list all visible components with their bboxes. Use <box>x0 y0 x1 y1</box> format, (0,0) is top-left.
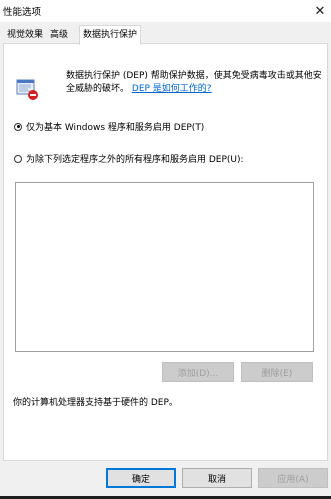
remove-program-button[interactable]: 删除(E) <box>241 362 313 382</box>
tab-strip: 视觉效果 高级 数据执行保护 <box>0 22 331 45</box>
tab-advanced[interactable]: 高级 <box>47 27 71 43</box>
window-title: 性能选项 <box>3 7 42 18</box>
tab-visual-effects[interactable]: 视觉效果 <box>4 27 46 43</box>
radio-row-essential[interactable]: 仅为基本 Windows 程序和服务启用 DEP(T) <box>14 120 204 133</box>
radio-all-except-label: 为除下列选定程序之外的所有程序和服务启用 DEP(U): <box>26 155 244 165</box>
title-bar: 性能选项 ✕ <box>0 0 331 22</box>
dep-shield-window-icon <box>16 78 40 102</box>
close-icon[interactable]: ✕ <box>309 0 331 22</box>
cancel-button[interactable]: 取消 <box>182 468 252 488</box>
apply-button[interactable]: 应用(A) <box>258 468 328 488</box>
dep-support-status: 你的计算机处理器支持基于硬件的 DEP。 <box>13 398 178 408</box>
tab-dep[interactable]: 数据执行保护 <box>79 25 142 45</box>
radio-all-except[interactable] <box>14 154 22 163</box>
program-list[interactable] <box>15 182 314 352</box>
radio-row-all-except[interactable]: 为除下列选定程序之外的所有程序和服务启用 DEP(U): <box>14 152 244 165</box>
dep-panel: 数据执行保护 (DEP) 帮助保护数据，使其免受病毒攻击或其他安全威胁的破坏。 … <box>3 43 328 461</box>
add-program-button[interactable]: 添加(D)... <box>162 362 234 382</box>
radio-essential-label: 仅为基本 Windows 程序和服务启用 DEP(T) <box>26 123 205 133</box>
ok-button[interactable]: 确定 <box>106 468 176 488</box>
dep-description: 数据执行保护 (DEP) 帮助保护数据，使其免受病毒攻击或其他安全威胁的破坏。 … <box>66 70 322 96</box>
dep-help-link[interactable]: DEP 是如何工作的? <box>132 84 212 94</box>
radio-essential[interactable] <box>14 122 22 131</box>
